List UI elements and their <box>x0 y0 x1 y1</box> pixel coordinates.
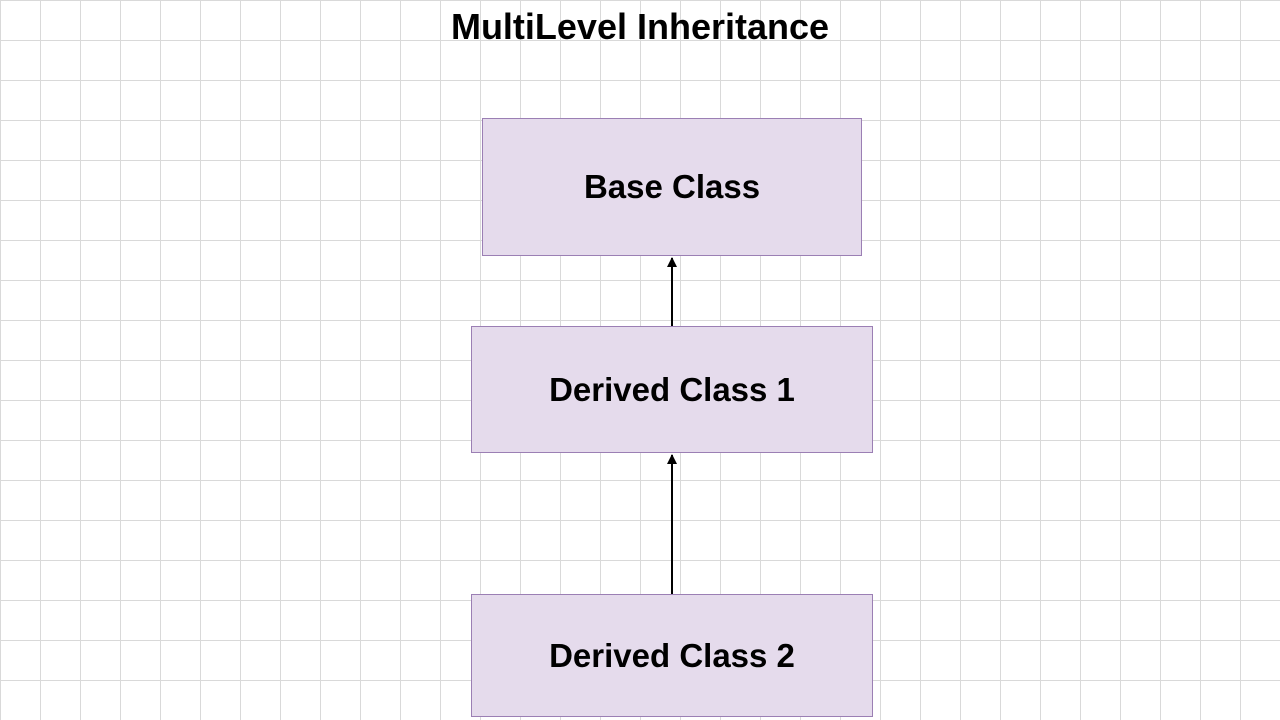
diagram-canvas: MultiLevel Inheritance Base Class Derive… <box>0 0 1280 720</box>
inheritance-arrows <box>0 0 1280 720</box>
